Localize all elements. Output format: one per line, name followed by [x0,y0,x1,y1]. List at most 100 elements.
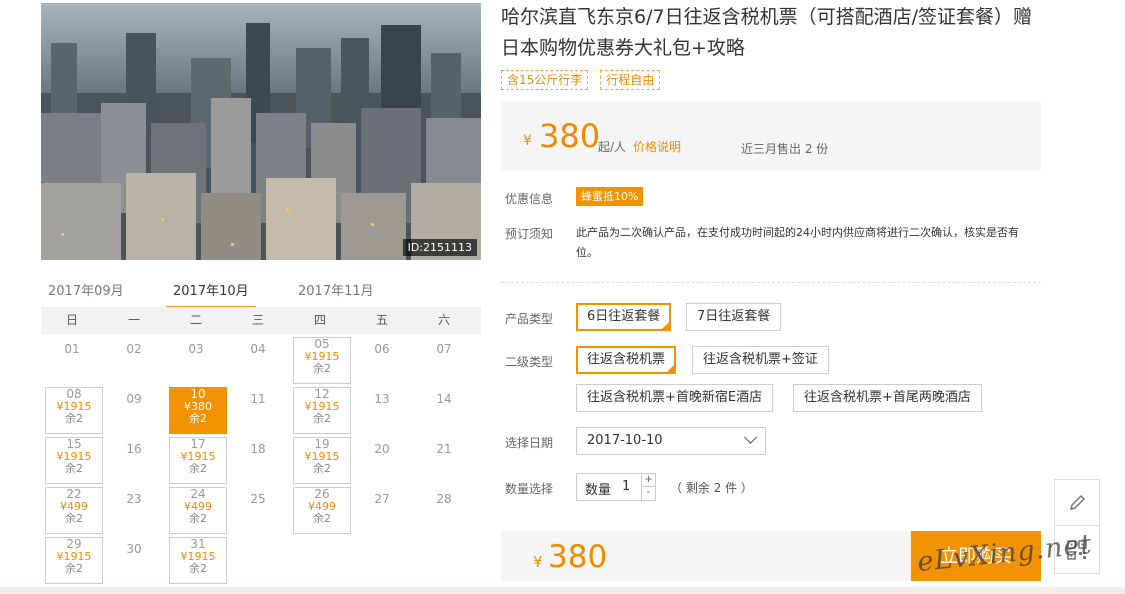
date-select-value: 2017-10-10 [587,433,663,448]
remaining-count: （ 剩余 2 件 ） [670,481,753,495]
option-6day-package[interactable]: 6日往返套餐 [576,303,672,332]
calendar-day-stock: 余2 [189,412,207,425]
calendar-day-number: 29 [66,537,82,551]
calendar-day-number: 25 [250,492,266,506]
notice-label: 预订须知 [505,227,554,241]
option-ticket-shinjuku-hotel[interactable]: 往返含税机票+首晚新宿E酒店 [576,384,774,412]
calendar-day-27: 27 [351,484,413,534]
promo-label: 优惠信息 [505,192,554,206]
calendar-day-number: 03 [188,342,204,356]
calendar-day-21: 21 [413,434,475,484]
calendar-day-23: 23 [103,484,165,534]
calendar-day-stock: 余2 [313,512,331,525]
calendar-day-01: 01 [41,334,103,384]
price-explain-link[interactable]: 价格说明 [633,138,681,155]
calendar-day-number: 20 [374,442,390,456]
date-select[interactable]: 2017-10-10 [576,427,766,455]
weekday-tue: 二 [189,313,202,327]
calendar-day-number: 18 [250,442,266,456]
calendar-day-08[interactable]: 08 ¥1915 余2 [41,384,103,434]
tag-luggage: 含15公斤行李 [501,70,589,90]
notice-text: 此产品为二次确认产品，在支付成功时间起的24小时内供应商将进行二次确认，核实是否… [576,226,1019,259]
total-currency: ¥ [533,553,543,571]
calendar-day-17[interactable]: 17 ¥1915 余2 [165,434,227,484]
option-ticket-two-nights-hotel[interactable]: 往返含税机票+首尾两晚酒店 [793,384,982,412]
quantity-plus-button[interactable]: + [641,474,655,487]
tag-free-itinerary: 行程自由 [600,70,661,90]
calendar-day-07: 07 [413,334,475,384]
calendar-day-15[interactable]: 15 ¥1915 余2 [41,434,103,484]
calendar-day-20: 20 [351,434,413,484]
calendar-day-03: 03 [165,334,227,384]
qr-code-button[interactable] [1055,527,1099,573]
calendar-day-18: 18 [227,434,289,484]
total-amount: 380 [548,539,608,575]
calendar-day-number: 28 [436,492,452,506]
calendar-day-stock: 余2 [313,362,331,375]
date-label: 选择日期 [505,436,554,450]
month-tab-2017-10[interactable]: 2017年10月 [166,280,256,309]
calendar-day-number: 08 [66,387,82,401]
calendar-day-14: 14 [413,384,475,434]
calendar-day-stock: 余2 [65,562,83,575]
calendar-day-number: 12 [314,387,330,401]
calendar-weekday-header: 日 一 二 三 四 五 六 [41,307,481,334]
calendar-day-13: 13 [351,384,413,434]
product-type-label: 产品类型 [505,312,554,326]
calendar-day-number: 27 [374,492,390,506]
calendar-day-19[interactable]: 19 ¥1915 余2 [289,434,351,484]
weekday-sat: 六 [437,313,450,327]
calendar-day-number: 04 [250,342,266,356]
option-ticket-visa[interactable]: 往返含税机票+签证 [692,346,829,374]
month-tabs: 2017年09月 2017年10月 2017年11月 [41,276,481,309]
calendar-day-number: 02 [126,342,142,356]
calendar-day-02: 02 [103,334,165,384]
price-amount: 380 [539,117,601,155]
quantity-minus-button[interactable]: - [641,487,655,500]
calendar-day-stock: 余2 [65,462,83,475]
quantity-stepper: 数量 1 + - [576,473,656,501]
weekday-fri: 五 [375,313,388,327]
product-photo: ID:2151113 [41,3,481,260]
option-7day-package[interactable]: 7日往返套餐 [686,303,782,331]
calendar-day-number: 15 [66,437,82,451]
chevron-down-icon [744,431,757,444]
calendar-day-number: 06 [374,342,390,356]
buy-now-button[interactable]: 立即购买 [911,531,1041,581]
weekday-wed: 三 [251,313,264,327]
product-tags: 含15公斤行李 行程自由 [501,70,661,90]
calendar-day-29[interactable]: 29 ¥1915 余2 [41,534,103,584]
calendar-day-stock: 余2 [313,462,331,475]
calendar-day-number: 05 [314,337,330,351]
calendar-day-10[interactable]: 10 ¥380 余2 [165,384,227,434]
calendar-day-16: 16 [103,434,165,484]
calendar-day-25: 25 [227,484,289,534]
calendar-day-stock: 余2 [189,562,207,575]
qr-code-icon [1067,540,1087,560]
calendar-day-number: 26 [314,487,330,501]
calendar-day-stock: 余2 [189,512,207,525]
month-tab-2017-09[interactable]: 2017年09月 [48,280,124,308]
month-tab-2017-11[interactable]: 2017年11月 [298,280,374,308]
calendar-day-28: 28 [413,484,475,534]
sold-count: 近三月售出 2 份 [741,142,829,156]
calendar-day-05[interactable]: 05 ¥1915 余2 [289,334,351,384]
calendar-day-24[interactable]: 24 ¥499 余2 [165,484,227,534]
price-per-person: 起/人 [598,140,627,154]
calendar-day-stock: 余2 [65,412,83,425]
calendar-day-number: 09 [126,392,142,406]
calendar-day-number: 11 [250,392,266,406]
calendar-day-22[interactable]: 22 ¥499 余2 [41,484,103,534]
calendar-day-number: 01 [64,342,80,356]
calendar-day-31[interactable]: 31 ¥1915 余2 [165,534,227,584]
option-roundtrip-ticket[interactable]: 往返含税机票 [576,346,677,375]
calendar-day-number: 31 [190,537,206,551]
calendar-day-grid: 01 02 03 04 05 ¥1915 余2 06 07 08 ¥1915 余2 09 10 ¥380 余2… [41,334,481,584]
weekday-thu: 四 [313,313,326,327]
calendar-day-26[interactable]: 26 ¥499 余2 [289,484,351,534]
calendar-day-12[interactable]: 12 ¥1915 余2 [289,384,351,434]
quantity-input[interactable]: 1 [622,479,630,494]
calendar-day-number: 23 [126,492,142,506]
edit-feedback-button[interactable] [1055,480,1099,526]
photo-id-label: ID:2151113 [402,239,477,256]
